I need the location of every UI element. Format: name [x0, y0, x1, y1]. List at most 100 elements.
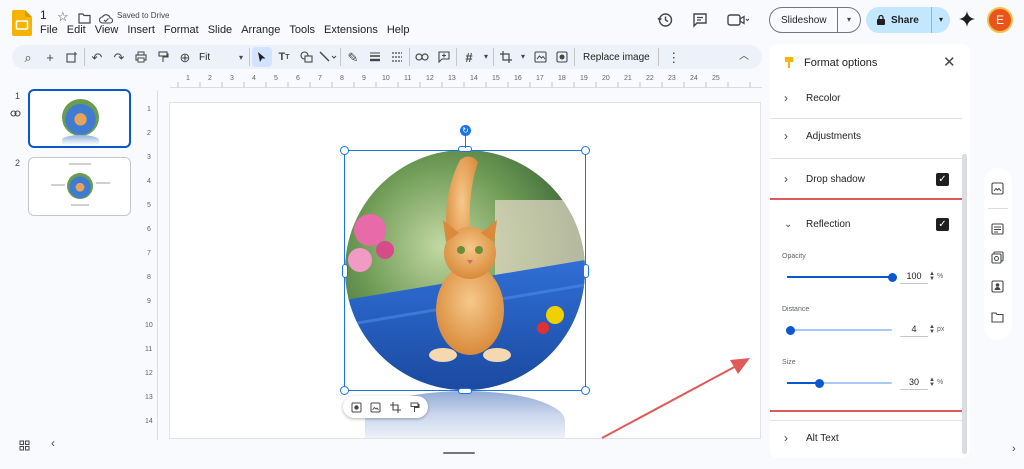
- top-ruler[interactable]: 1 2 3 4 5 6 7 8 9 10 11 12 13 14 15 16 1…: [170, 74, 762, 88]
- crop-icon[interactable]: [389, 401, 401, 413]
- mask-image-icon[interactable]: [351, 402, 362, 413]
- distance-stepper[interactable]: ▲ ▼: [929, 324, 935, 335]
- close-icon[interactable]: ✕: [943, 55, 956, 70]
- crop-icon[interactable]: [496, 47, 516, 67]
- slide-thumbnail-2[interactable]: [28, 157, 131, 216]
- print-icon[interactable]: [131, 47, 151, 67]
- menu-view[interactable]: View: [95, 24, 119, 36]
- share-button[interactable]: Share: [891, 15, 931, 26]
- share-dropdown-icon[interactable]: ▾: [932, 16, 950, 24]
- border-dash-icon[interactable]: [387, 47, 407, 67]
- shape-icon[interactable]: [296, 47, 316, 67]
- resize-handle[interactable]: [581, 146, 590, 155]
- collapse-filmstrip-icon[interactable]: ‹: [51, 437, 55, 449]
- section-alt-text[interactable]: › Alt Text: [770, 420, 970, 456]
- menu-edit[interactable]: Edit: [67, 24, 86, 36]
- ruler-label: 25: [712, 75, 720, 82]
- search-menus-icon[interactable]: ⌕: [18, 47, 38, 67]
- ruler-label: 6: [147, 226, 151, 233]
- slide-thumbnail-1[interactable]: [28, 89, 131, 148]
- line-icon[interactable]: [318, 47, 338, 67]
- calendar-icon[interactable]: [991, 222, 1004, 240]
- distance-slider[interactable]: [786, 325, 892, 335]
- menu-tools[interactable]: Tools: [289, 24, 315, 36]
- avatar[interactable]: E: [987, 7, 1013, 33]
- expand-side-panel-icon[interactable]: ›: [1012, 444, 1016, 455]
- redo-icon[interactable]: ↷: [109, 47, 129, 67]
- size-label: Size: [782, 359, 796, 366]
- folder-icon[interactable]: [991, 310, 1004, 328]
- comments-icon[interactable]: [692, 12, 708, 33]
- border-color-icon[interactable]: ✎: [343, 47, 363, 67]
- gemini-icon[interactable]: [959, 11, 975, 32]
- drop-shadow-checkbox[interactable]: ✓: [936, 173, 949, 186]
- resize-handle[interactable]: [342, 264, 348, 278]
- size-stepper[interactable]: ▲ ▼: [929, 377, 935, 388]
- collapse-toolbar-icon[interactable]: ︿: [734, 47, 754, 67]
- comment-add-icon[interactable]: [434, 47, 454, 67]
- menu-insert[interactable]: Insert: [127, 24, 155, 36]
- opacity-stepper[interactable]: ▲ ▼: [929, 271, 935, 282]
- new-slide-dropdown-icon[interactable]: [62, 47, 82, 67]
- resize-handle[interactable]: [581, 386, 590, 395]
- resize-handle[interactable]: [340, 146, 349, 155]
- version-history-icon[interactable]: [657, 12, 673, 33]
- keep-icon[interactable]: [991, 182, 1004, 200]
- size-input[interactable]: 30: [900, 377, 928, 390]
- text-box-icon[interactable]: TT: [274, 47, 294, 67]
- border-weight-icon[interactable]: [365, 47, 385, 67]
- slides-logo[interactable]: [12, 10, 32, 36]
- mask-image-icon[interactable]: [552, 47, 572, 67]
- saved-status: Saved to Drive: [117, 11, 170, 20]
- distance-input[interactable]: 4: [900, 324, 928, 337]
- panel-scrollbar[interactable]: [962, 154, 967, 454]
- grid-icon[interactable]: #: [459, 47, 479, 67]
- tasks-icon[interactable]: [991, 251, 1004, 269]
- menu-arrange[interactable]: Arrange: [241, 24, 280, 36]
- link-icon[interactable]: [412, 47, 432, 67]
- size-slider[interactable]: [787, 378, 892, 388]
- section-adjustments[interactable]: › Adjustments: [770, 118, 970, 154]
- menu-file[interactable]: File: [40, 24, 58, 36]
- grid-view-icon[interactable]: [19, 438, 30, 456]
- slideshow-dropdown-icon[interactable]: ▾: [838, 16, 860, 24]
- left-ruler[interactable]: 1 2 3 4 5 6 7 8 9 10 11 12 13 14: [144, 90, 158, 440]
- replace-image-icon[interactable]: [370, 402, 381, 413]
- zoom-icon[interactable]: ⊕: [175, 47, 195, 67]
- grid-dropdown-icon[interactable]: ▾: [481, 47, 491, 67]
- resize-handle[interactable]: [340, 386, 349, 395]
- menu-help[interactable]: Help: [387, 24, 410, 36]
- undo-icon[interactable]: ↶: [87, 47, 107, 67]
- star-icon[interactable]: ☆: [57, 10, 69, 23]
- zoom-select[interactable]: Fit ▾: [199, 52, 243, 63]
- reset-image-icon[interactable]: [530, 47, 550, 67]
- replace-image-button[interactable]: Replace image: [583, 52, 650, 63]
- ruler-label: 13: [448, 75, 456, 82]
- contacts-icon[interactable]: [991, 280, 1004, 298]
- ruler-label: 3: [230, 75, 234, 82]
- notes-resize-handle[interactable]: [443, 452, 475, 454]
- slideshow-button[interactable]: Slideshow: [781, 15, 837, 26]
- ruler-label: 2: [147, 130, 151, 137]
- doc-title[interactable]: 1: [40, 8, 47, 22]
- meet-icon[interactable]: [727, 13, 750, 32]
- reflection-checkbox[interactable]: ✓: [936, 218, 949, 231]
- paint-format-icon[interactable]: [409, 402, 420, 413]
- ruler-label: 17: [536, 75, 544, 82]
- opacity-input[interactable]: 100: [900, 271, 928, 284]
- opacity-slider[interactable]: [787, 272, 897, 282]
- menu-format[interactable]: Format: [164, 24, 199, 36]
- format-options-icon: [784, 56, 794, 69]
- new-slide-icon[interactable]: +: [40, 47, 60, 67]
- section-recolor[interactable]: › Recolor: [770, 80, 970, 116]
- more-options-icon[interactable]: ⋮: [664, 47, 684, 67]
- paint-format-icon[interactable]: [153, 47, 173, 67]
- rotate-handle[interactable]: ↻: [460, 125, 471, 136]
- select-tool-icon[interactable]: [252, 47, 272, 67]
- ruler-label: 20: [602, 75, 610, 82]
- menu-extensions[interactable]: Extensions: [324, 24, 378, 36]
- menu-slide[interactable]: Slide: [208, 24, 232, 36]
- resize-handle[interactable]: [583, 264, 589, 278]
- resize-handle[interactable]: [458, 388, 472, 394]
- crop-dropdown-icon[interactable]: ▾: [518, 47, 528, 67]
